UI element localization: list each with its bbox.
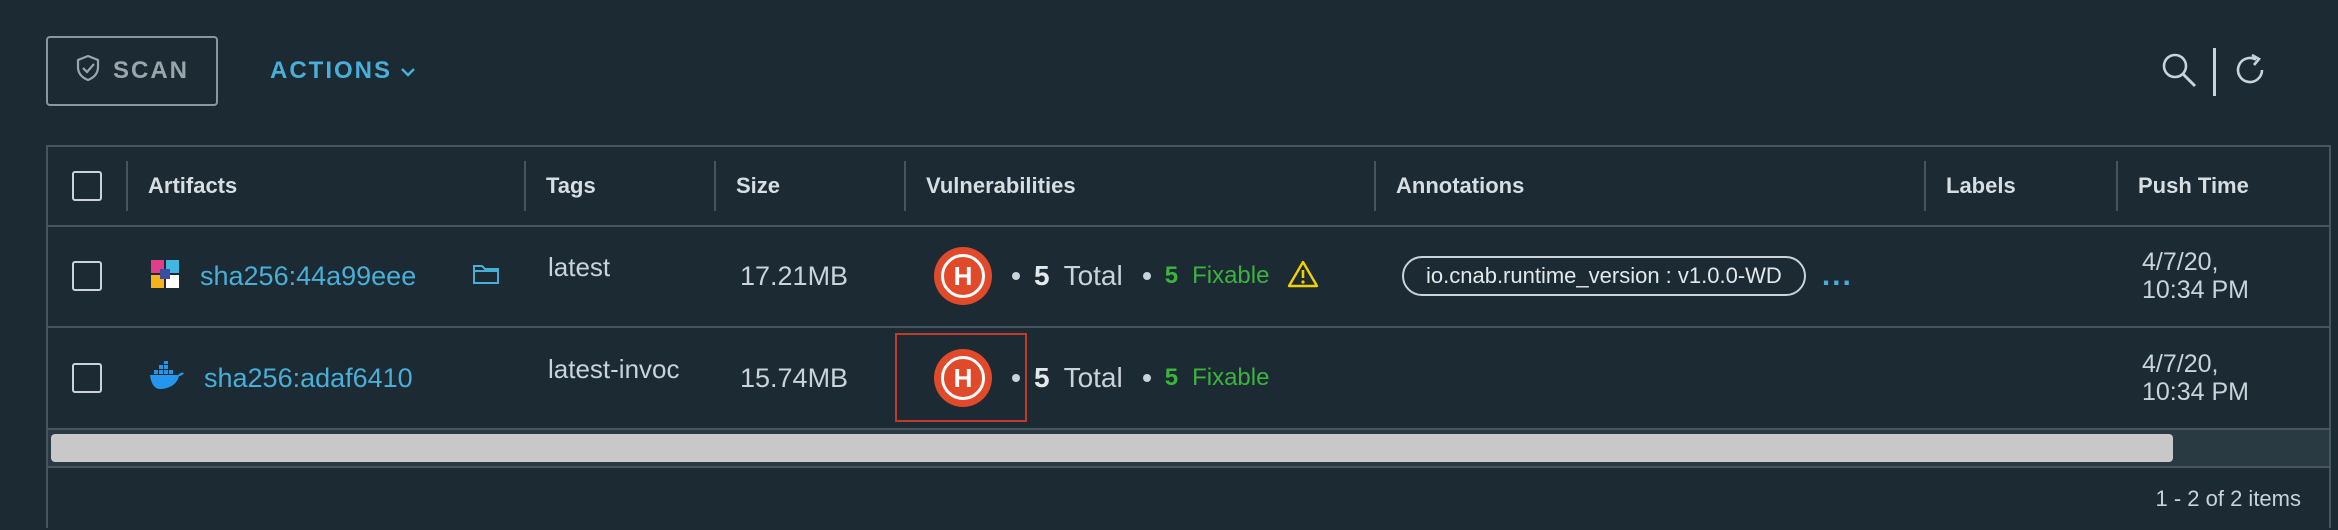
fixable-count: 5: [1164, 262, 1179, 289]
severity-badge[interactable]: H: [934, 247, 992, 305]
toolbar: SCAN ACTIONS: [0, 0, 2338, 145]
total-count: 5: [1034, 260, 1050, 291]
size-text: 17.21MB: [740, 260, 849, 291]
shield-check-icon: [75, 54, 101, 89]
table-row[interactable]: sha256:adaf6410 latest-invoc 15.74MB H 5…: [48, 328, 2329, 430]
actions-dropdown[interactable]: ACTIONS: [270, 36, 416, 106]
horizontal-scrollbar[interactable]: [48, 430, 2329, 466]
artifact-cell: sha256:adaf6410: [148, 328, 413, 428]
cnab-bundle-icon: [148, 257, 182, 296]
vulnerabilities-cell: H 5 Total 5 Fixable: [934, 226, 1319, 326]
row-select-cell: [72, 226, 102, 326]
row-checkbox[interactable]: [72, 261, 102, 291]
toolbar-right: [2159, 44, 2270, 100]
warning-icon: [1287, 260, 1319, 293]
severity-letter: H: [941, 254, 985, 298]
scan-button[interactable]: SCAN: [46, 36, 218, 106]
push-time-clock: 10:34 PM: [2142, 378, 2250, 406]
column-label: Vulnerabilities: [926, 173, 1076, 198]
annotations-cell: io.cnab.runtime_version : v1.0.0-WD ...: [1402, 226, 1853, 326]
search-icon[interactable]: [2159, 50, 2199, 95]
push-time-clock: 10:34 PM: [2142, 276, 2250, 304]
column-header-annotations[interactable]: Annotations: [1374, 147, 1924, 225]
column-label: Push Time: [2138, 173, 2249, 198]
selection-highlight: [895, 333, 1027, 422]
column-header-labels[interactable]: Labels: [1924, 147, 2116, 225]
grid-footer: 1 - 2 of 2 items: [48, 466, 2329, 530]
artifact-digest-link[interactable]: sha256:44a99eee: [200, 261, 416, 292]
fixable-label: Fixable: [1192, 262, 1270, 289]
annotation-pill[interactable]: io.cnab.runtime_version : v1.0.0-WD: [1402, 256, 1806, 296]
column-header-push-time[interactable]: Push Time: [2116, 147, 2306, 225]
push-time-cell: 4/7/20, 10:34 PM: [2142, 328, 2249, 428]
fixable-label: Fixable: [1192, 364, 1270, 391]
column-label: Size: [736, 173, 781, 198]
scrollbar-thumb[interactable]: [51, 434, 2173, 462]
artifact-digest-link[interactable]: sha256:adaf6410: [204, 363, 413, 394]
select-all-cell: [72, 147, 102, 225]
total-count: 5: [1034, 362, 1050, 393]
column-header-tags[interactable]: Tags: [524, 147, 714, 225]
tags-cell: latest: [548, 226, 610, 326]
bullet-dot: [1142, 374, 1151, 382]
bullet-dot: [1012, 272, 1020, 280]
docker-icon: [148, 360, 186, 396]
column-label: Labels: [1946, 173, 2016, 198]
row-select-cell: [72, 328, 102, 428]
column-header-artifacts[interactable]: Artifacts: [126, 147, 572, 225]
row-checkbox[interactable]: [72, 363, 102, 393]
fixable-count: 5: [1164, 364, 1179, 391]
tag-text: latest: [548, 252, 611, 282]
column-label: Annotations: [1396, 173, 1525, 198]
pagination-summary: 1 - 2 of 2 items: [2155, 486, 2301, 511]
column-resize-handle[interactable]: [2306, 147, 2326, 225]
bullet-dot: [1142, 272, 1151, 280]
grid-header-row: Artifacts Tags Size Vulnerabilities Anno…: [48, 147, 2329, 227]
size-text: 15.74MB: [740, 362, 849, 393]
size-cell: 15.74MB: [740, 328, 848, 428]
total-label: Total: [1063, 260, 1123, 291]
tag-text: latest-invoc: [548, 354, 680, 384]
chevron-down-icon: [400, 57, 416, 85]
column-label: Tags: [546, 173, 596, 198]
column-header-size[interactable]: Size: [714, 147, 904, 225]
refresh-icon[interactable]: [2230, 50, 2270, 95]
push-time-date: 4/7/20,: [2142, 350, 2219, 378]
actions-label: ACTIONS: [270, 57, 392, 84]
total-label: Total: [1063, 362, 1123, 393]
select-all-checkbox[interactable]: [72, 171, 102, 201]
artifacts-datagrid: Artifacts Tags Size Vulnerabilities Anno…: [46, 145, 2331, 528]
more-annotations-link[interactable]: ...: [1822, 259, 1853, 293]
push-time-cell: 4/7/20, 10:34 PM: [2142, 226, 2249, 326]
artifact-cell: sha256:44a99eee: [148, 226, 500, 326]
table-row[interactable]: sha256:44a99eee latest 17.21MB H 5 Total…: [48, 226, 2329, 328]
size-cell: 17.21MB: [740, 226, 848, 326]
column-header-vulnerabilities[interactable]: Vulnerabilities: [904, 147, 1374, 225]
folder-icon[interactable]: [472, 262, 500, 291]
column-label: Artifacts: [148, 173, 238, 198]
toolbar-divider: [2213, 48, 2216, 96]
scan-label: SCAN: [112, 57, 189, 84]
tags-cell: latest-invoc: [548, 328, 680, 428]
push-time-date: 4/7/20,: [2142, 248, 2219, 276]
